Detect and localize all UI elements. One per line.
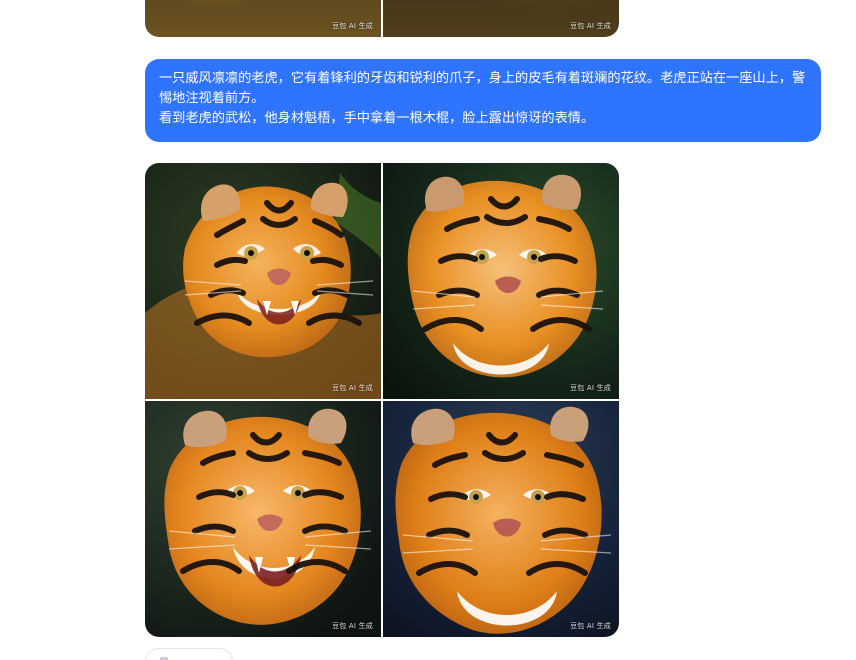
tiger-image — [383, 163, 619, 399]
user-message-line: 看到老虎的武松，他身材魁梧，手中拿着一根木棍，脸上露出惊讶的表情。 — [159, 111, 595, 126]
tiger-image — [145, 163, 381, 399]
result-actions-pill[interactable] — [145, 648, 233, 660]
tiger-image — [145, 401, 381, 637]
user-message-line: 一只威风凛凛的老虎，它有着锋利的牙齿和锐利的爪子，身上的皮毛有着斑斓的花纹。老虎… — [159, 71, 806, 106]
previous-image-tile[interactable]: 豆包 AI 生成 — [383, 0, 619, 37]
result-image-tile[interactable]: 豆包 AI 生成 — [145, 163, 381, 399]
previous-image-grid: 豆包 AI 生成 豆包 AI 生成 — [145, 0, 619, 37]
previous-image-tile[interactable]: 豆包 AI 生成 — [145, 0, 381, 37]
chat-page: 豆包 AI 生成 豆包 AI 生成 一只威风凛凛的老虎，它有着锋利的牙齿和锐利的… — [0, 0, 856, 660]
result-image-grid: 豆包 AI 生成 豆包 AI 生成 豆包 AI 生成 豆包 AI 生成 — [145, 163, 619, 637]
tiger-image — [383, 401, 619, 637]
ai-watermark: 豆包 AI 生成 — [570, 22, 611, 30]
ai-watermark: 豆包 AI 生成 — [332, 22, 373, 30]
result-image-tile[interactable]: 豆包 AI 生成 — [383, 401, 619, 637]
user-message-bubble: 一只威风凛凛的老虎，它有着锋利的牙齿和锐利的爪子，身上的皮毛有着斑斓的花纹。老虎… — [145, 59, 821, 142]
result-image-tile[interactable]: 豆包 AI 生成 — [145, 401, 381, 637]
result-image-tile[interactable]: 豆包 AI 生成 — [383, 163, 619, 399]
